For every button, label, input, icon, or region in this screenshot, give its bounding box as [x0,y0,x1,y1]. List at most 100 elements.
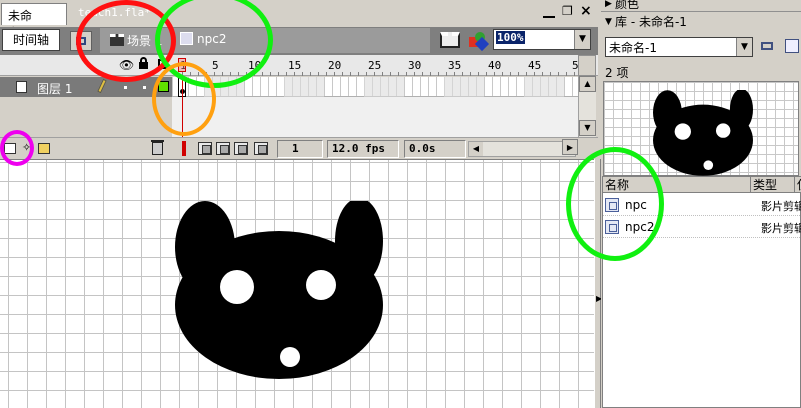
scroll-right-icon[interactable]: ▶ [562,139,578,155]
library-preview [603,81,799,176]
frame-tick [574,72,575,76]
frame-tick [262,72,263,76]
frame-number-label: 5 [212,59,219,72]
frame-tick [478,72,479,76]
layer-label[interactable]: 图层 1 [0,77,172,97]
frame-tick [350,72,351,76]
modify-onion-markers-icon[interactable] [254,142,268,155]
timeline-panel: 👁 1 5 10 15 20 25 30 35 40 45 5 图层 1 ▲ ▼… [0,55,598,159]
add-layer-icon[interactable] [4,143,16,154]
edit-symbols-icon[interactable] [467,31,490,52]
scroll-left-icon[interactable]: ◀ [469,142,483,156]
new-library-panel-icon[interactable] [785,39,799,53]
frame-tick [438,72,439,76]
frame-tick [462,72,463,76]
frame-tick [366,72,367,76]
library-document-select[interactable]: 未命名-1 ▼ [605,37,753,57]
onion-skin-outlines-icon[interactable] [216,142,230,155]
frame-tick [454,72,455,76]
panel-collapse-grip[interactable]: ▶ [594,159,602,408]
document-tab-bar: 未命名-1* teach1.fla* ❐ × [0,0,598,40]
breadcrumb-symbol[interactable]: npc2 [180,32,226,50]
frame-tick [230,72,231,76]
outline-icon[interactable] [158,59,168,69]
frame-ruler[interactable]: 1 5 10 15 20 25 30 35 40 45 5 [172,55,578,76]
edit-multiple-frames-icon[interactable] [234,142,248,155]
library-panel-title[interactable]: ▼ 库 - 未命名-1 [601,14,801,30]
frame-tick [494,72,495,76]
timeline-footer: ✧ 1 12.0 fps 0.0s ◀ [0,137,598,159]
lock-icon[interactable] [139,57,148,69]
back-icon[interactable] [70,31,92,51]
frame-tick [318,72,319,76]
frame-tick [390,72,391,76]
timeline-toggle-button[interactable]: 时间轴 [2,29,60,51]
column-use-count[interactable]: 使 [795,177,801,193]
frame-tick [502,72,503,76]
expand-arrow-icon[interactable]: ▶ [605,0,612,12]
edit-scene-icon[interactable] [440,32,460,48]
add-folder-icon[interactable] [38,143,50,154]
document-tab-teach1[interactable]: teach1.fla* [72,3,162,25]
trash-icon[interactable] [151,140,164,155]
npc-preview-image [653,90,753,176]
library-item-npc2[interactable]: npc2 影片剪辑 [603,216,801,238]
collapse-arrow-icon[interactable]: ▼ [605,14,612,30]
frame-tick [358,72,359,76]
document-tab-active[interactable]: 未命名-1* [1,3,67,40]
chevron-down-icon[interactable]: ▼ [736,38,752,56]
minimize-icon[interactable] [543,6,555,18]
frame-tick [246,72,247,76]
stage[interactable] [0,159,595,408]
frames-area[interactable] [172,77,578,97]
zoom-select[interactable]: 100% ▼ [493,29,591,50]
frame-number-label: 20 [328,59,342,72]
scene-icon [110,34,124,46]
document-area: 未命名-1* teach1.fla* ❐ × 时间轴 场景 1 npc2 100… [0,0,602,408]
npc-character[interactable] [175,201,383,379]
scroll-down-icon[interactable]: ▼ [579,120,596,136]
frame-tick [278,72,279,76]
scroll-up-icon[interactable]: ▲ [579,76,596,92]
restore-icon[interactable]: ❐ [562,4,573,18]
timeline-menu-button[interactable] [578,55,596,76]
library-item-npc[interactable]: npc 影片剪辑 [603,194,801,216]
chevron-down-icon[interactable]: ▼ [574,30,590,49]
onion-skin-icon[interactable] [198,142,212,155]
frame-tick [430,72,431,76]
breadcrumb-symbol-label: npc2 [197,32,227,46]
timeline-horizontal-scrollbar[interactable]: ◀ [468,141,576,157]
right-panels: ▶颜色 ▼库 - 未命名-1 未命名-1 ▼ 2 项 名称 类型 使 n [601,0,801,408]
frame-tick [382,72,383,76]
timeline-vertical-scrollbar[interactable]: ▲ ▼ [578,76,596,137]
frame-tick [406,72,407,76]
pin-library-icon[interactable] [761,42,773,50]
playhead[interactable] [178,58,186,72]
frame-tick [222,72,223,76]
visibility-dot[interactable] [124,86,127,89]
add-guide-layer-icon[interactable]: ✧ [22,141,34,154]
current-frame-field: 1 [277,140,323,158]
library-list-header: 名称 类型 使 [603,177,801,193]
eye-icon[interactable]: 👁 [119,58,134,72]
color-panel-title[interactable]: ▶ 颜色 [601,0,801,12]
column-name[interactable]: 名称 [603,177,751,193]
layer-row[interactable]: 图层 1 [0,77,578,97]
frame-tick [422,72,423,76]
close-icon[interactable]: × [580,3,592,19]
center-frame-icon[interactable] [182,141,186,156]
library-item-type: 影片剪辑 [761,222,801,235]
frame-tick [294,72,295,76]
frame-tick [398,72,399,76]
library-panel-title-label: 库 - 未命名-1 [615,15,687,29]
frame-tick [254,72,255,76]
frame-rate-field[interactable]: 12.0 fps [327,140,399,158]
breadcrumb-scene-label: 场景 1 [127,34,163,48]
breadcrumb-scene[interactable]: 场景 1 [110,32,162,50]
layer-icon [16,81,27,93]
library-item-count: 2 项 [605,66,629,80]
edit-bar: 时间轴 场景 1 npc2 100% ▼ [0,27,598,55]
column-type[interactable]: 类型 [751,177,795,193]
lock-dot[interactable] [143,86,146,89]
layer-outline-color[interactable] [158,81,169,92]
